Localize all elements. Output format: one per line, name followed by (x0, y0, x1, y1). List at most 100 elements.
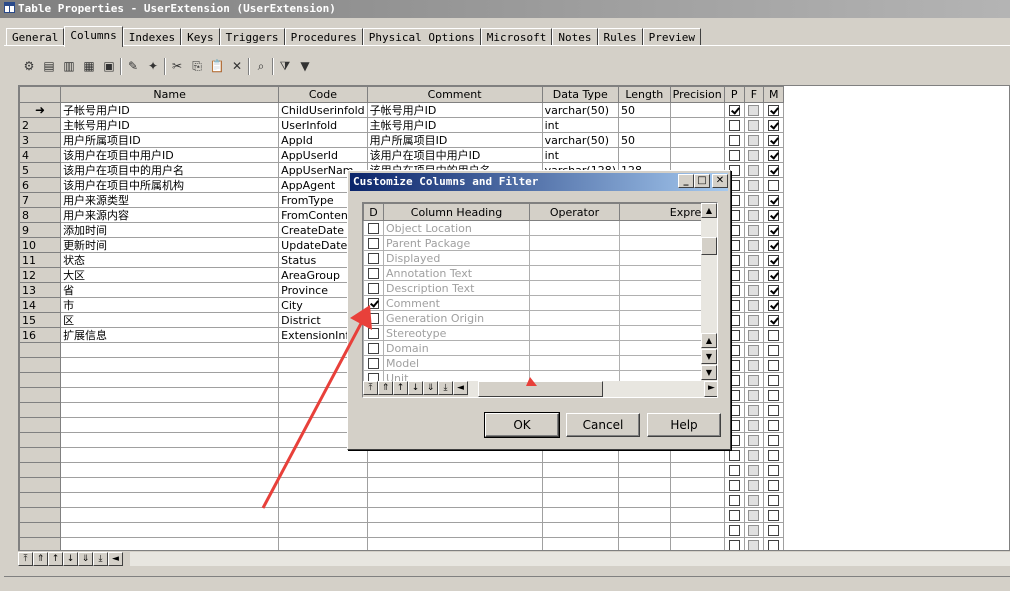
row-number[interactable]: 8 (19, 207, 62, 223)
checkbox[interactable] (368, 358, 379, 369)
filter-nav-button-2[interactable]: ↑ (393, 381, 408, 395)
empty-cell[interactable] (19, 432, 62, 448)
empty-cell[interactable] (618, 522, 671, 538)
empty-cell[interactable] (763, 417, 785, 433)
empty-cell[interactable] (60, 357, 280, 373)
f-check-cell[interactable] (743, 207, 765, 223)
name-cell[interactable]: 更新时间 (60, 237, 280, 253)
empty-cell[interactable] (763, 447, 785, 463)
checkbox[interactable] (728, 480, 740, 491)
nav-button-3[interactable]: ↓ (63, 552, 78, 566)
nav-button-0[interactable]: ⤒ (18, 552, 33, 566)
name-cell[interactable]: 该用户在项目中的用户名 (60, 162, 280, 178)
data-type-cell[interactable]: int (541, 147, 620, 163)
empty-cell[interactable] (541, 477, 620, 493)
empty-cell[interactable] (743, 477, 765, 493)
filter-row[interactable]: Stereotype (363, 325, 710, 341)
checkbox[interactable] (768, 105, 780, 116)
empty-cell[interactable] (743, 387, 765, 403)
checkbox[interactable] (748, 330, 760, 341)
comment-cell[interactable]: 主帐号用户ID (366, 117, 543, 133)
precision-cell[interactable] (669, 102, 725, 118)
empty-cell[interactable] (278, 507, 368, 523)
empty-cell[interactable] (366, 507, 543, 523)
filter-icon[interactable]: ▼ (296, 57, 314, 75)
help-button[interactable]: Help (647, 413, 721, 437)
displayed-check-cell[interactable] (363, 325, 384, 341)
checkbox[interactable] (748, 165, 760, 176)
filter-nav-button-3[interactable]: ↓ (408, 381, 423, 395)
empty-cell[interactable] (541, 492, 620, 508)
checkbox[interactable] (768, 435, 780, 446)
empty-cell[interactable] (669, 492, 725, 508)
checkbox[interactable] (728, 135, 740, 146)
checkbox[interactable] (728, 120, 740, 131)
m-check-cell[interactable] (763, 222, 785, 238)
filter-nav-button-5[interactable]: ⤓ (438, 381, 453, 395)
checkbox[interactable] (748, 285, 760, 296)
checkbox[interactable] (768, 240, 780, 251)
data-type-cell[interactable]: varchar(50) (541, 132, 620, 148)
m-check-cell[interactable] (763, 282, 785, 298)
filter-row[interactable]: Description Text (363, 280, 710, 296)
column-heading-header[interactable]: Column Heading (383, 203, 530, 221)
name-cell[interactable]: 子帐号用户ID (60, 102, 280, 118)
empty-cell[interactable] (743, 492, 765, 508)
expression-cell[interactable] (619, 355, 710, 371)
row-number[interactable]: 9 (19, 222, 62, 238)
checkbox[interactable] (748, 135, 760, 146)
checkbox[interactable] (768, 525, 780, 536)
checkbox[interactable] (748, 300, 760, 311)
column-heading-cell[interactable]: Stereotype (383, 325, 530, 341)
checkbox[interactable] (748, 105, 760, 116)
empty-cell[interactable] (60, 537, 280, 550)
comment-cell[interactable]: 该用户在项目中用户ID (366, 147, 543, 163)
f-check-cell[interactable] (743, 102, 765, 118)
filter-row[interactable]: Generation Origin (363, 310, 710, 326)
empty-cell[interactable] (366, 522, 543, 538)
checkbox[interactable] (768, 195, 780, 206)
checkbox[interactable] (748, 480, 760, 491)
f-check-cell[interactable] (743, 297, 765, 313)
checkbox[interactable] (728, 105, 740, 116)
column-heading-cell[interactable]: Comment (383, 295, 530, 311)
row-number[interactable]: 2 (19, 117, 62, 133)
scroll-right-button[interactable]: ► (704, 381, 717, 397)
displayed-check-cell[interactable] (363, 310, 384, 326)
empty-cell[interactable] (743, 462, 765, 478)
expression-header[interactable]: Expres (619, 203, 710, 221)
m-check-cell[interactable] (763, 312, 785, 328)
empty-cell[interactable] (763, 432, 785, 448)
checkbox[interactable] (748, 345, 760, 356)
row-number[interactable]: 15 (19, 312, 62, 328)
checkbox[interactable] (768, 375, 780, 386)
m-check-cell[interactable] (763, 117, 785, 133)
nav-button-2[interactable]: ↑ (48, 552, 63, 566)
checkbox[interactable] (768, 255, 780, 266)
checkbox[interactable] (748, 120, 760, 131)
expression-cell[interactable] (619, 340, 710, 356)
empty-cell[interactable] (541, 522, 620, 538)
empty-cell[interactable] (669, 507, 725, 523)
empty-cell[interactable] (723, 492, 745, 508)
checkbox[interactable] (768, 225, 780, 236)
tab-procedures[interactable]: Procedures (284, 28, 363, 46)
f-check-cell[interactable] (743, 312, 765, 328)
table-row[interactable]: 4 该用户在项目中用户ID AppUserId 该用户在项目中用户ID int (19, 147, 1009, 163)
m-check-cell[interactable] (763, 207, 785, 223)
empty-cell[interactable] (669, 522, 725, 538)
checkbox[interactable] (728, 510, 740, 521)
f-check-cell[interactable] (743, 252, 765, 268)
code-column-header[interactable]: Code (278, 86, 368, 103)
displayed-check-cell[interactable] (363, 250, 384, 266)
ok-button[interactable]: OK (484, 412, 560, 438)
empty-cell[interactable] (60, 342, 280, 358)
checkbox[interactable] (748, 465, 760, 476)
checkbox[interactable] (748, 420, 760, 431)
empty-cell[interactable] (60, 432, 280, 448)
current-row-indicator[interactable]: ➜ (19, 102, 62, 118)
f-check-cell[interactable] (743, 222, 765, 238)
empty-cell[interactable] (669, 537, 725, 550)
row-number[interactable]: 4 (19, 147, 62, 163)
operator-cell[interactable] (529, 265, 620, 281)
